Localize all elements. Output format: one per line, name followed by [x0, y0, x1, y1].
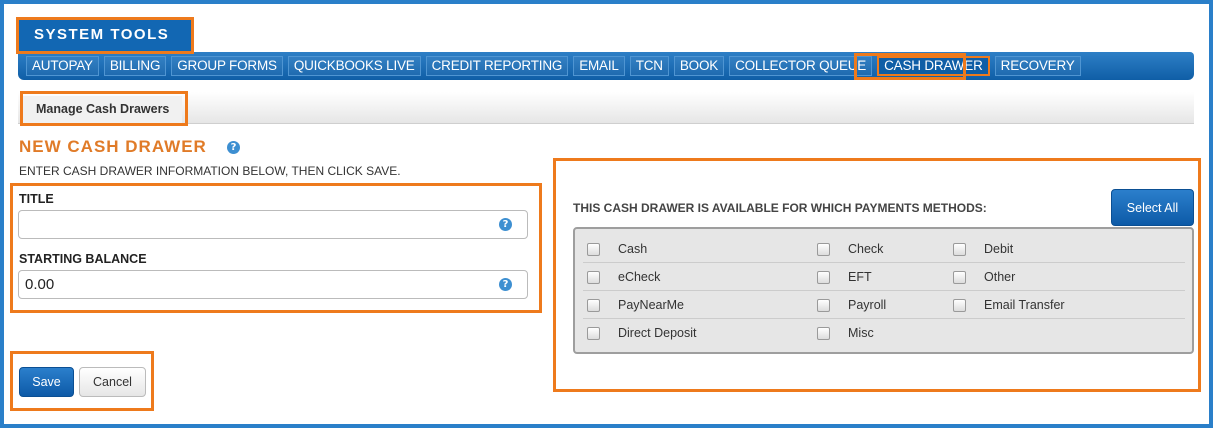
starting-balance-help-icon[interactable]: ?: [499, 278, 512, 291]
payment-method-direct-deposit[interactable]: Direct Deposit: [587, 319, 697, 347]
main-nav: AUTOPAY BILLING GROUP FORMS QUICKBOOKS L…: [18, 52, 1194, 80]
title-help-icon[interactable]: ?: [499, 218, 512, 231]
nav-email[interactable]: EMAIL: [573, 56, 625, 76]
nav-collector-queue[interactable]: COLLECTOR QUEUE: [729, 56, 873, 76]
payment-method-label: PayNearMe: [618, 298, 684, 312]
payment-method-label: Cash: [618, 242, 648, 256]
nav-autopay[interactable]: AUTOPAY: [26, 56, 99, 76]
starting-balance-label: STARTING BALANCE: [19, 252, 147, 266]
payment-method-paynearme[interactable]: PayNearMe: [587, 291, 684, 319]
debit-checkbox[interactable]: [953, 242, 966, 256]
payment-methods-label: THIS CASH DRAWER IS AVAILABLE FOR WHICH …: [573, 201, 987, 215]
nav-billing[interactable]: BILLING: [103, 56, 167, 76]
payment-method-label: Direct Deposit: [618, 326, 697, 340]
payment-method-payroll[interactable]: Payroll: [817, 291, 886, 319]
system-tools-title: SYSTEM TOOLS: [18, 18, 192, 52]
nav-recovery[interactable]: RECOVERY: [994, 56, 1081, 76]
nav-tcn[interactable]: TCN: [629, 56, 669, 76]
paynearme-checkbox[interactable]: [587, 298, 600, 312]
nav-book[interactable]: BOOK: [673, 56, 725, 76]
payment-method-row: Cash Check Debit: [583, 235, 1185, 263]
cancel-button[interactable]: Cancel: [79, 367, 146, 397]
payment-method-debit[interactable]: Debit: [953, 235, 1013, 263]
payment-method-label: eCheck: [618, 270, 661, 284]
payment-method-row: Direct Deposit Misc: [583, 319, 1185, 347]
starting-balance-input[interactable]: [18, 270, 528, 299]
payment-method-check[interactable]: Check: [817, 235, 883, 263]
payment-methods-box: Cash Check Debit eCheck EFT Other PayNea…: [573, 227, 1194, 354]
help-icon[interactable]: ?: [227, 141, 240, 154]
payment-method-label: Email Transfer: [984, 298, 1065, 312]
payment-method-email-transfer[interactable]: Email Transfer: [953, 291, 1065, 319]
payment-method-other[interactable]: Other: [953, 263, 1015, 291]
nav-cash-drawer[interactable]: CASH DRAWER: [877, 56, 990, 76]
instructions-text: ENTER CASH DRAWER INFORMATION BELOW, THE…: [19, 164, 401, 178]
payment-method-label: Misc: [848, 326, 874, 340]
eft-checkbox[interactable]: [817, 270, 830, 284]
nav-quickbooks-live[interactable]: QUICKBOOKS LIVE: [287, 56, 421, 76]
payment-method-label: Debit: [984, 242, 1014, 256]
direct-deposit-checkbox[interactable]: [587, 326, 600, 340]
payment-method-label: Check: [848, 242, 884, 256]
nav-group-forms[interactable]: GROUP FORMS: [171, 56, 283, 76]
misc-checkbox[interactable]: [817, 326, 830, 340]
email-transfer-checkbox[interactable]: [953, 298, 966, 312]
payment-method-row: eCheck EFT Other: [583, 263, 1185, 291]
echeck-checkbox[interactable]: [587, 270, 600, 284]
select-all-button[interactable]: Select All: [1111, 189, 1194, 226]
check-checkbox[interactable]: [817, 242, 830, 256]
payment-method-label: Payroll: [848, 298, 887, 312]
cash-checkbox[interactable]: [587, 242, 600, 256]
payment-method-echeck[interactable]: eCheck: [587, 263, 660, 291]
nav-credit-reporting[interactable]: CREDIT REPORTING: [425, 56, 569, 76]
sub-nav: Manage Cash Drawers: [18, 92, 1194, 124]
payment-method-label: Other: [984, 270, 1016, 284]
page-title: NEW CASH DRAWER: [19, 137, 207, 156]
payment-method-misc[interactable]: Misc: [817, 319, 874, 347]
tab-manage-cash-drawers[interactable]: Manage Cash Drawers: [22, 96, 182, 123]
payment-method-cash[interactable]: Cash: [587, 235, 647, 263]
payment-method-eft[interactable]: EFT: [817, 263, 872, 291]
title-input[interactable]: [18, 210, 528, 239]
save-button[interactable]: Save: [19, 367, 74, 397]
payment-method-label: EFT: [848, 270, 872, 284]
payment-method-row: PayNearMe Payroll Email Transfer: [583, 291, 1185, 319]
other-checkbox[interactable]: [953, 270, 966, 284]
payroll-checkbox[interactable]: [817, 298, 830, 312]
title-label: TITLE: [19, 192, 54, 206]
